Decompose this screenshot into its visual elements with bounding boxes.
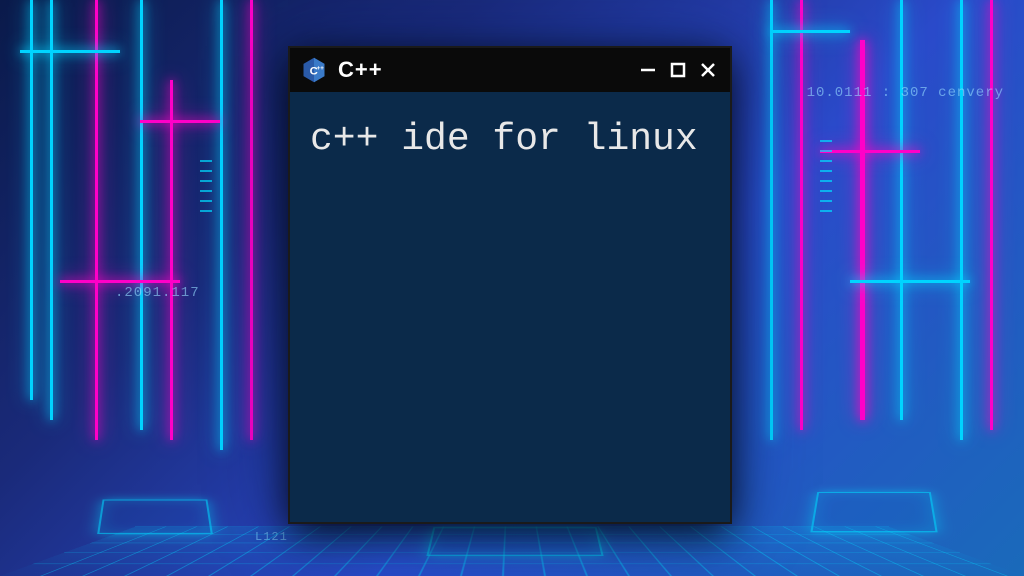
ruler-ticks — [200, 160, 212, 212]
window-title: C++ — [338, 57, 626, 83]
maximize-button[interactable] — [666, 58, 690, 82]
bg-decorative-text: 10.0111 : 307 cenvery — [807, 85, 1004, 101]
svg-text:++: ++ — [317, 65, 325, 72]
titlebar[interactable]: C ++ C++ — [290, 48, 730, 92]
terminal-window: C ++ C++ c++ ide for linux — [288, 46, 732, 524]
floor-tile — [97, 500, 213, 534]
minimize-button[interactable] — [636, 58, 660, 82]
floor-tile — [810, 492, 937, 532]
close-button[interactable] — [696, 58, 720, 82]
floor-tile — [426, 527, 603, 556]
bg-decorative-text: .2091.117 — [115, 285, 200, 301]
window-controls — [636, 58, 720, 82]
terminal-content[interactable]: c++ ide for linux — [290, 92, 730, 522]
ruler-ticks — [820, 140, 832, 212]
cpp-logo-icon: C ++ — [300, 56, 328, 84]
